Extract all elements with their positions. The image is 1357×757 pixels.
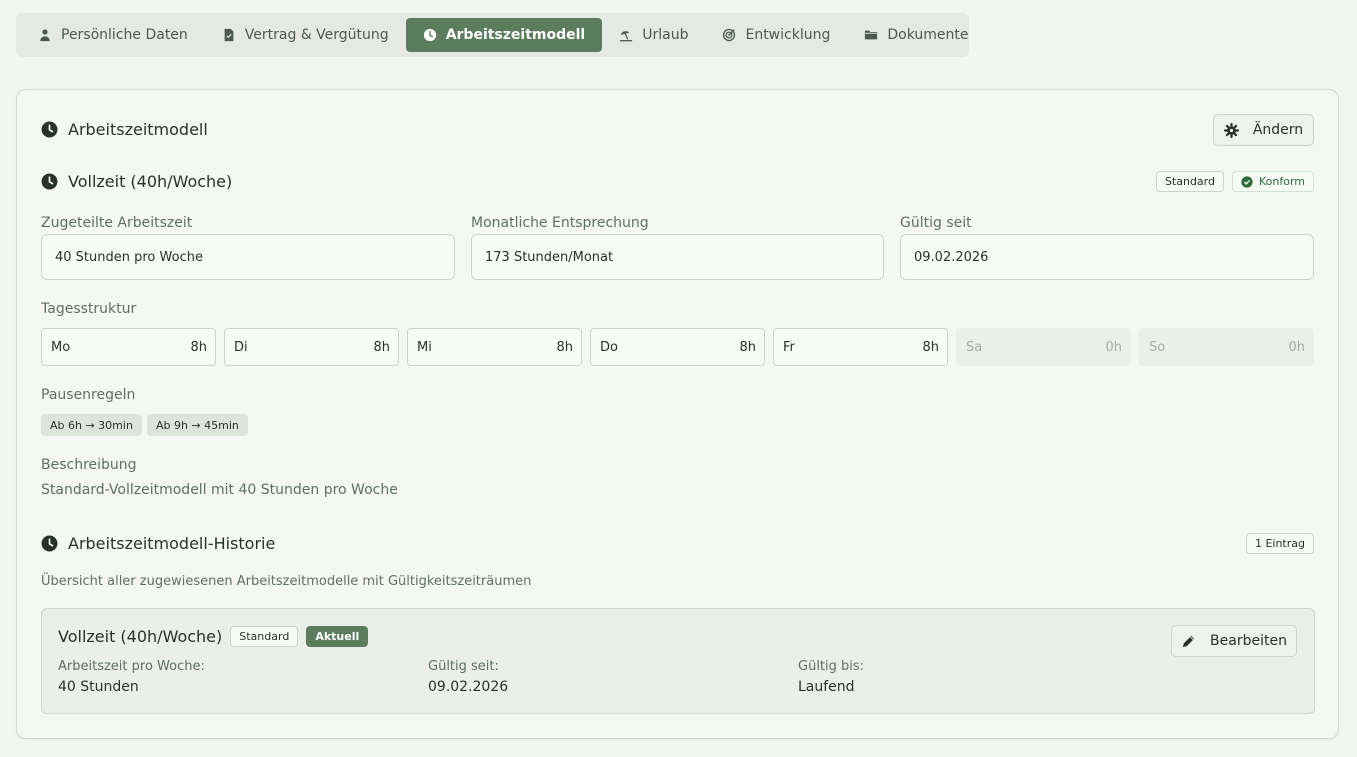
tab-label: Vertrag & Vergütung [244, 27, 389, 43]
current-badge: Aktuell [306, 626, 369, 647]
contract-icon [224, 28, 234, 42]
day-hours: 8h [190, 339, 207, 355]
tab-development[interactable]: Entwicklung [705, 18, 847, 52]
model-badges: Standard Konform [1155, 171, 1314, 192]
valid-since-field: 09.02.2026 [900, 234, 1314, 280]
description-label: Beschreibung [41, 457, 137, 473]
clock-icon [41, 173, 58, 190]
day-name: Mo [51, 339, 71, 355]
history-entry: Vollzeit (40h/Woche) Standard Aktuell Be… [41, 608, 1315, 714]
assigned-time-label: Zugeteilte Arbeitszeit [41, 215, 193, 231]
day-sunday: So 0h [1139, 328, 1314, 366]
gear-icon [1223, 122, 1239, 138]
day-structure-label: Tagesstruktur [41, 301, 137, 317]
valid-since-label: Gültig seit [900, 215, 972, 231]
description-text: Standard-Vollzeitmodell mit 40 Stunden p… [41, 482, 398, 498]
tab-documents[interactable]: Dokumente [847, 18, 985, 52]
assigned-time-value: 40 Stunden pro Woche [55, 249, 203, 265]
day-name: Di [234, 339, 248, 355]
conform-badge-label: Konform [1258, 175, 1305, 188]
entry-count-badge: 1 Eintrag [1245, 533, 1314, 554]
standard-badge: Standard [1155, 171, 1224, 192]
day-structure: Mo 8h Di 8h Mi 8h Do 8h Fr 8h Sa 0h So 0h [41, 328, 1314, 366]
tab-personal-data[interactable]: Persönliche Daten [21, 18, 205, 52]
change-button-label: Ändern [1252, 122, 1304, 138]
break-rules: Ab 6h → 30min Ab 9h → 45min [41, 414, 248, 436]
valid-from-value: 09.02.2026 [428, 679, 509, 695]
standard-badge: Standard [230, 626, 299, 647]
check-circle-icon [1241, 175, 1253, 188]
target-icon [723, 28, 736, 42]
tab-label: Entwicklung [745, 27, 831, 43]
card-title: Arbeitszeitmodell [68, 120, 208, 139]
edit-button[interactable]: Bearbeiten [1171, 625, 1297, 657]
history-header: Arbeitszeitmodell-Historie [41, 534, 275, 553]
clock-icon [423, 28, 436, 42]
beach-icon [620, 31, 633, 42]
day-monday: Mo 8h [41, 328, 216, 366]
card-header: Arbeitszeitmodell [41, 120, 208, 139]
pencil-icon [1182, 635, 1195, 647]
tab-label: Arbeitszeitmodell [445, 27, 586, 43]
valid-to-label: Gültig bis: [798, 659, 865, 674]
change-button[interactable]: Ändern [1213, 114, 1314, 146]
day-hours: 8h [922, 339, 939, 355]
day-friday: Fr 8h [773, 328, 948, 366]
tab-label: Urlaub [642, 27, 689, 43]
day-thursday: Do 8h [590, 328, 765, 366]
valid-since-value: 09.02.2026 [914, 249, 989, 265]
day-saturday: Sa 0h [956, 328, 1131, 366]
day-wednesday: Mi 8h [407, 328, 582, 366]
edit-button-label: Bearbeiten [1210, 633, 1287, 649]
folder-icon [865, 30, 878, 40]
history-entry-name: Vollzeit (40h/Woche) [58, 627, 223, 646]
assigned-time-field: 40 Stunden pro Woche [41, 234, 455, 280]
hours-value: 40 Stunden [58, 679, 139, 695]
break-rules-label: Pausenregeln [41, 387, 136, 403]
day-name: Fr [783, 339, 795, 355]
history-subtitle: Übersicht aller zugewiesenen Arbeitszeit… [41, 574, 532, 589]
day-hours: 0h [1105, 339, 1122, 355]
day-tuesday: Di 8h [224, 328, 399, 366]
day-hours: 8h [373, 339, 390, 355]
day-hours: 8h [739, 339, 756, 355]
day-hours: 0h [1288, 339, 1305, 355]
hours-label: Arbeitszeit pro Woche: [58, 659, 205, 674]
person-icon [40, 29, 50, 42]
monthly-label: Monatliche Entsprechung [471, 215, 649, 231]
clock-icon [41, 121, 58, 138]
tab-label: Persönliche Daten [61, 27, 188, 43]
history-entry-header: Vollzeit (40h/Woche) Standard Aktuell [58, 626, 369, 647]
day-hours: 8h [556, 339, 573, 355]
break-rule-chip: Ab 9h → 45min [146, 414, 248, 436]
break-rule-chip: Ab 6h → 30min [41, 414, 142, 436]
day-name: Do [600, 339, 618, 355]
tab-contract[interactable]: Vertrag & Vergütung [205, 18, 406, 52]
day-name: Sa [966, 339, 983, 355]
working-time-card: Arbeitszeitmodell Ändern Vollzeit (40h/W… [16, 89, 1339, 739]
monthly-value: 173 Stunden/Monat [485, 249, 614, 265]
tab-label: Dokumente [887, 27, 969, 43]
clock-icon [41, 535, 58, 552]
monthly-field: 173 Stunden/Monat [471, 234, 884, 280]
model-name-row: Vollzeit (40h/Woche) [41, 172, 232, 191]
day-name: So [1149, 339, 1166, 355]
tab-bar: Persönliche Daten Vertrag & Vergütung Ar… [16, 13, 969, 57]
history-title: Arbeitszeitmodell-Historie [68, 534, 276, 553]
day-name: Mi [417, 339, 432, 355]
valid-to-value: Laufend [798, 679, 855, 695]
tab-vacation[interactable]: Urlaub [602, 18, 705, 52]
model-name: Vollzeit (40h/Woche) [68, 172, 233, 191]
tab-working-time-model[interactable]: Arbeitszeitmodell [405, 18, 603, 52]
conform-badge: Konform [1231, 171, 1314, 192]
valid-from-label: Gültig seit: [428, 659, 499, 674]
